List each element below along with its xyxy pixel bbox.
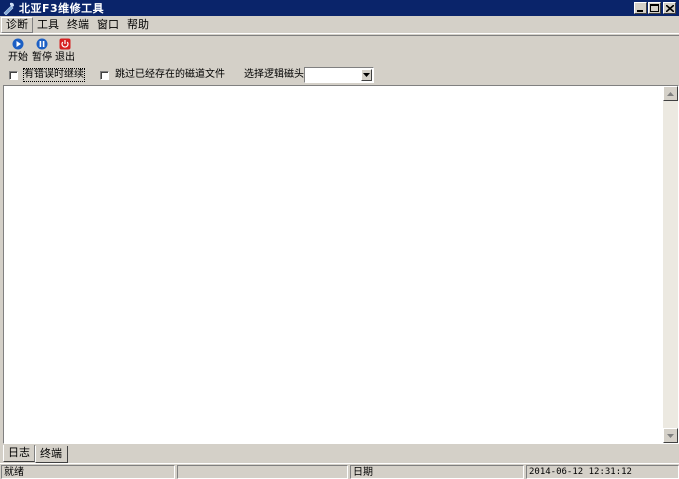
- status-bar: 就绪 日期 2014-06-12 12:31:12: [0, 463, 679, 479]
- app-icon: [2, 1, 16, 15]
- maximize-icon: [650, 4, 659, 12]
- minimize-button[interactable]: [634, 2, 647, 14]
- menu-window[interactable]: 窗口: [93, 17, 123, 33]
- skip-existing-label[interactable]: 跳过已经存在的磁道文件: [115, 69, 225, 81]
- menu-diagnose[interactable]: 诊断: [1, 16, 33, 33]
- options-row: 有错误时继续 跳过已经存在的磁道文件 选择逻辑磁头:: [0, 66, 679, 84]
- pause-button[interactable]: 暂停: [30, 38, 54, 66]
- tab-log[interactable]: 日志: [3, 445, 35, 462]
- app-window: 北亚F3维修工具 诊断 工具 终端 窗口 帮助 开始 暂停 退出 有错误时继续 …: [0, 0, 679, 479]
- close-button[interactable]: [663, 2, 676, 14]
- scroll-down-button[interactable]: [663, 428, 678, 443]
- menu-tools[interactable]: 工具: [33, 17, 63, 33]
- menu-bar: 诊断 工具 终端 窗口 帮助: [0, 16, 679, 34]
- pause-label: 暂停: [32, 52, 52, 63]
- menu-help[interactable]: 帮助: [123, 17, 153, 33]
- play-icon: [12, 38, 24, 50]
- select-head-label: 选择逻辑磁头:: [244, 69, 308, 80]
- exit-label: 退出: [55, 52, 75, 63]
- minimize-icon: [637, 9, 643, 12]
- window-title: 北亚F3维修工具: [19, 2, 105, 15]
- vertical-scrollbar[interactable]: [663, 86, 678, 443]
- select-head-dropdown[interactable]: [304, 67, 374, 83]
- start-button[interactable]: 开始: [6, 38, 30, 66]
- arrow-up-icon: [667, 91, 674, 96]
- maximize-button[interactable]: [648, 2, 661, 14]
- panel-tabs: 日志 终端: [0, 445, 679, 463]
- date-label: 日期: [350, 465, 524, 479]
- output-panel[interactable]: [3, 85, 679, 444]
- exit-button[interactable]: 退出: [53, 38, 77, 66]
- skip-existing-option[interactable]: 跳过已经存在的磁道文件: [100, 69, 225, 81]
- menu-terminal[interactable]: 终端: [63, 17, 93, 33]
- chevron-down-icon: [363, 73, 370, 77]
- dropdown-button[interactable]: [361, 69, 372, 81]
- continue-on-error-label[interactable]: 有错误时继续: [23, 68, 85, 82]
- pause-icon: [36, 38, 48, 50]
- scroll-up-button[interactable]: [663, 86, 678, 101]
- start-label: 开始: [8, 52, 28, 63]
- arrow-down-icon: [667, 433, 674, 438]
- skip-existing-checkbox[interactable]: [100, 70, 109, 80]
- title-bar[interactable]: 北亚F3维修工具: [0, 0, 679, 16]
- status-text: 就绪: [1, 465, 175, 479]
- toolbar: 开始 暂停 退出: [0, 35, 679, 65]
- window-controls: [633, 2, 676, 14]
- continue-on-error-checkbox[interactable]: [9, 70, 18, 80]
- datetime-value: 2014-06-12 12:31:12: [526, 465, 679, 479]
- status-pane-2: [177, 465, 348, 479]
- power-icon: [59, 38, 71, 50]
- tab-terminal[interactable]: 终端: [35, 446, 68, 463]
- continue-on-error-option[interactable]: 有错误时继续: [9, 68, 85, 82]
- close-icon: [665, 4, 674, 12]
